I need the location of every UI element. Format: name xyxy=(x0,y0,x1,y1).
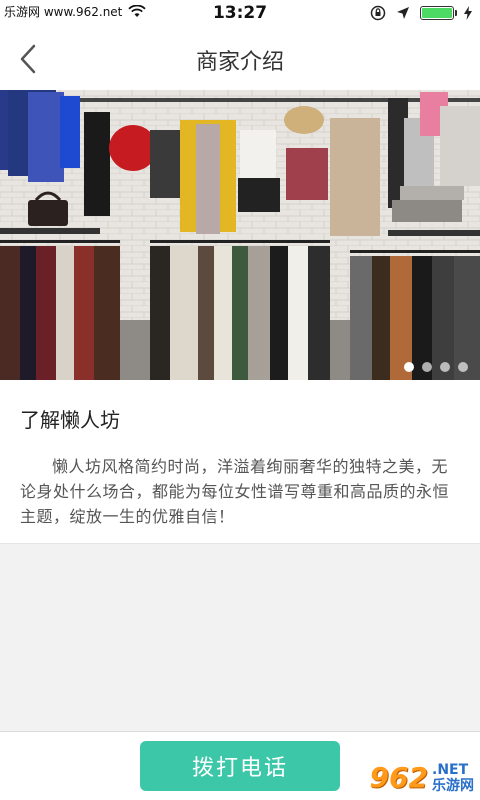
nav-bar: 商家介绍 xyxy=(0,28,480,90)
charging-bolt-icon xyxy=(464,6,472,20)
battery-fill xyxy=(422,8,452,18)
banner-dot[interactable] xyxy=(440,362,450,372)
watermark-logo: 962 .NET 乐游网 xyxy=(370,761,474,794)
banner-pagination xyxy=(404,362,468,372)
banner-dot[interactable] xyxy=(404,362,414,372)
status-bar: 乐游网 www.962.net 13:27 xyxy=(0,0,480,28)
store-photo xyxy=(0,90,480,380)
watermark-suffix: .NET xyxy=(432,761,469,778)
banner-dot[interactable] xyxy=(422,362,432,372)
intro-section: 了解懒人坊 懒人坊风格简约时尚，洋溢着绚丽奢华的独特之美，无论身处什么场合，都能… xyxy=(0,380,480,544)
bottom-bar: 拨打电话 962 .NET 乐游网 xyxy=(0,731,480,800)
intro-title: 了解懒人坊 xyxy=(20,408,120,432)
call-button[interactable]: 拨打电话 xyxy=(140,741,340,791)
banner-dot[interactable] xyxy=(458,362,468,372)
location-arrow-icon xyxy=(397,7,409,19)
status-right xyxy=(370,5,472,21)
intro-text: 懒人坊风格简约时尚，洋溢着绚丽奢华的独特之美，无论身处什么场合，都能为每位女性谱… xyxy=(20,457,450,526)
watermark-site: 乐游网 xyxy=(432,777,474,794)
store-banner[interactable] xyxy=(0,90,480,380)
battery-icon xyxy=(420,6,457,20)
watermark-number: 962 xyxy=(369,761,428,794)
watermark-text: .NET 乐游网 xyxy=(432,762,474,794)
page-title: 商家介绍 xyxy=(195,50,284,75)
rotation-lock-icon xyxy=(370,5,386,21)
